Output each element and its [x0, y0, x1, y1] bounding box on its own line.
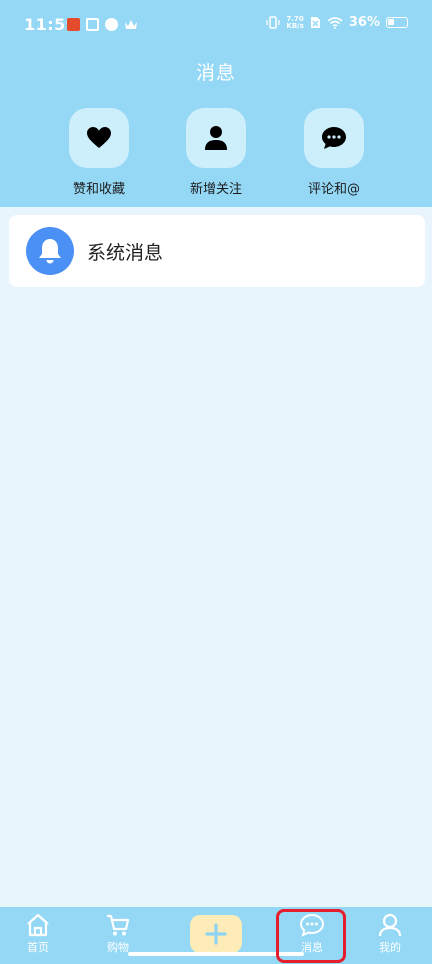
profile-icon	[378, 913, 402, 937]
app-notification-icon	[67, 18, 80, 31]
battery-percent: 36%	[348, 15, 380, 30]
nav-home-label: 首页	[27, 941, 49, 954]
add-post-button[interactable]	[190, 915, 242, 953]
quick-action-tile	[69, 108, 129, 168]
status-right: 7.70 KB/s 36%	[266, 15, 408, 30]
quick-action-likes[interactable]: 赞和收藏	[49, 108, 149, 197]
network-speed: 7.70 KB/s	[286, 15, 304, 30]
quick-action-label: 新增关注	[189, 182, 242, 197]
network-speed-unit: KB/s	[286, 21, 304, 30]
status-bar: 11:59 7.70 KB/s 36%	[0, 0, 432, 52]
no-sim-icon	[310, 17, 320, 28]
heart-icon	[87, 127, 111, 148]
chat-bubble-icon	[322, 127, 346, 149]
header: 11:59 7.70 KB/s 36% 消息 赞和收藏 新增关注 评论和@	[0, 0, 432, 207]
cart-icon	[107, 914, 130, 936]
bell-icon	[39, 239, 61, 264]
quick-action-label: 评论和@	[307, 182, 360, 197]
quick-action-follows[interactable]: 新增关注	[166, 108, 266, 197]
system-message-item[interactable]: 系统消息	[9, 215, 425, 287]
bell-avatar	[26, 227, 74, 275]
plus-icon	[205, 923, 227, 945]
home-indicator[interactable]	[128, 952, 304, 956]
nav-messages[interactable]: 消息	[282, 913, 342, 955]
quick-action-tile	[304, 108, 364, 168]
wifi-icon	[327, 17, 343, 29]
check-icon	[105, 18, 118, 31]
crown-icon	[125, 20, 137, 29]
app-screen: 11:59 7.70 KB/s 36% 消息 赞和收藏 新增关注 评论和@ 系统…	[0, 0, 432, 964]
nav-profile-label: 我的	[379, 941, 401, 954]
nav-profile[interactable]: 我的	[360, 913, 420, 955]
quick-action-tile	[186, 108, 246, 168]
message-icon	[299, 913, 325, 937]
system-message-label: 系统消息	[87, 241, 164, 264]
page-title: 消息	[195, 62, 236, 84]
vibrate-icon	[266, 16, 281, 29]
nav-shopping[interactable]: 购物	[88, 913, 148, 955]
status-notification-icons	[67, 18, 138, 31]
quick-actions: 赞和收藏 新增关注 评论和@	[0, 108, 432, 198]
battery-icon	[386, 17, 408, 28]
nav-home[interactable]: 首页	[8, 913, 68, 955]
quick-action-comments[interactable]: 评论和@	[284, 108, 384, 197]
home-icon	[27, 913, 49, 937]
person-icon	[205, 126, 227, 150]
calendar-icon	[86, 18, 99, 31]
quick-action-label: 赞和收藏	[72, 182, 125, 197]
